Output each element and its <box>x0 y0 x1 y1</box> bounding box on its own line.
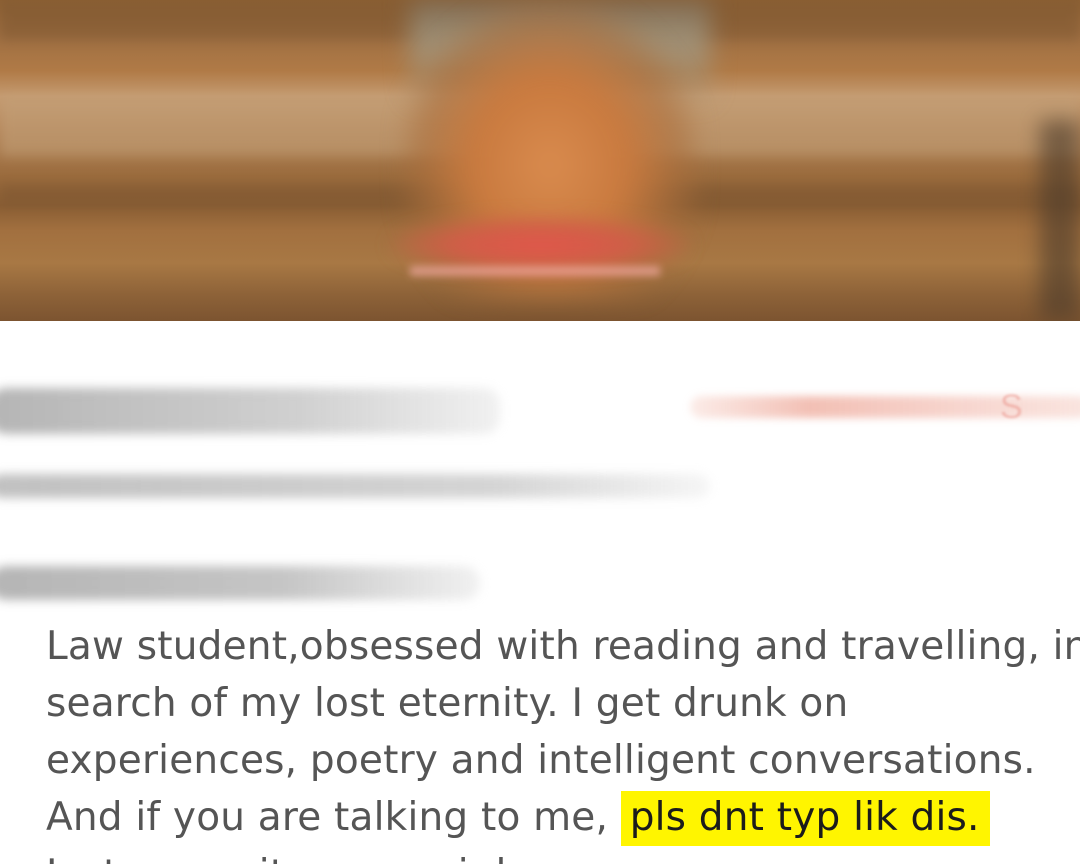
bio-line: search of my lost eternity. I get drunk … <box>46 681 849 726</box>
bio-line: Law student,obsessed with reading and tr… <box>46 624 1080 669</box>
profile-name-redacted <box>0 388 500 434</box>
cover-blur-detail <box>410 266 660 276</box>
follow-button-label[interactable]: S <box>1000 388 1023 427</box>
bio-line-text: And if you are talking to me, <box>46 795 621 840</box>
bio-line: experiences, poetry and intelligent conv… <box>46 738 1036 783</box>
bio-line: And if you are talking to me, pls dnt ty… <box>46 789 1056 846</box>
cover-photo[interactable] <box>0 0 1080 321</box>
profile-page: S Law student,obsessed with reading and … <box>0 0 1080 864</box>
bio-line: Instagram it me, anyi d <box>46 846 1056 864</box>
section-heading-redacted <box>0 566 480 600</box>
profile-handle-redacted <box>0 474 710 498</box>
cover-blur-shadow <box>1040 120 1080 320</box>
profile-bio: Law student,obsessed with reading and tr… <box>46 618 1080 864</box>
bio-highlight: pls dnt typ lik dis. <box>620 791 990 846</box>
